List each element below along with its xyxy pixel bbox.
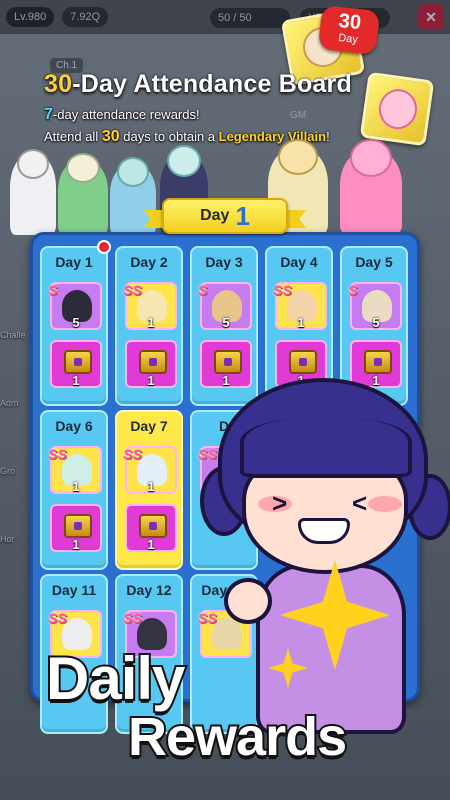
treasure-chest-icon (64, 350, 92, 374)
reward-quantity: 1 (72, 479, 80, 494)
item-reward-slot[interactable]: 1 (50, 504, 102, 552)
subtitle-text: ! (326, 129, 330, 144)
subtitle-number: 30 (101, 128, 120, 145)
rank-badge: S (48, 282, 58, 298)
treasure-chest-icon (64, 514, 92, 538)
hero-reward-slot[interactable]: SS 1 (48, 446, 102, 494)
character-figure (58, 153, 108, 235)
hero-reward-slot[interactable]: S5 (348, 282, 402, 330)
day-label: Day 6 (55, 418, 93, 434)
day-label: Day 7 (130, 418, 168, 434)
day-cell[interactable]: Day 6 SS 1 1 (40, 410, 108, 570)
character-face-icon (376, 86, 420, 132)
hero-reward-slot[interactable]: S5 (48, 282, 102, 330)
day-cell[interactable]: Day 1 S5 1 (40, 246, 108, 406)
hero-reward-slot[interactable]: SS 1 (123, 446, 177, 494)
current-day-number: 1 (235, 200, 250, 231)
subtitle-line-1: 7-day attendance rewards! (44, 106, 200, 124)
day-label: Day 1 (55, 254, 93, 270)
character-figure (10, 149, 56, 235)
character-figure (340, 139, 402, 235)
treasure-chest-icon (139, 514, 167, 538)
reward-quantity: 5 (222, 315, 230, 330)
bonus-character-portrait (359, 71, 435, 147)
day-label: Day 5 (355, 254, 393, 270)
day-30-badge: 30 Day (317, 5, 381, 55)
day-cell[interactable]: Day 2 SS 1 1 (115, 246, 183, 406)
day-label: Day 4 (280, 254, 318, 270)
board-title: 30-Day Attendance Board (44, 70, 352, 99)
reward-quantity: 1 (72, 537, 80, 552)
day-label: Day 12 (126, 582, 172, 598)
reward-quantity: 1 (147, 479, 155, 494)
rank-badge: S (198, 282, 208, 298)
treasure-chest-icon (214, 350, 242, 374)
current-day-label: Day (200, 207, 230, 224)
title-text: -Day Attendance Board (72, 70, 352, 98)
treasure-chest-icon (289, 350, 317, 374)
day-cell-today[interactable]: Day 7 SS 1 1 (115, 410, 183, 570)
reward-quantity: 1 (72, 373, 80, 388)
rank-badge: S (348, 282, 358, 298)
reward-quantity: 1 (297, 315, 305, 330)
reward-quantity: 1 (147, 537, 155, 552)
current-day-header: Day 1 (162, 198, 288, 234)
subtitle-text: Attend all (44, 129, 102, 144)
hero-reward-slot[interactable]: SS 1 (123, 282, 177, 330)
treasure-chest-icon (364, 350, 392, 374)
hero-reward-slot[interactable]: SS 1 (273, 282, 327, 330)
reward-quantity: 1 (147, 373, 155, 388)
notification-dot (97, 240, 111, 254)
banner-line-2: Rewards (126, 705, 349, 769)
day-label: Day 11 (51, 582, 97, 598)
title-number: 30 (44, 70, 73, 98)
subtitle-text: -day attendance rewards! (52, 107, 200, 122)
reward-quantity: 1 (147, 315, 155, 330)
treasure-chest-icon (139, 350, 167, 374)
item-reward-slot[interactable]: 1 (125, 504, 177, 552)
day-label: Day 2 (130, 254, 168, 270)
promo-banner: Daily Rewards (0, 640, 450, 800)
reward-quantity: 5 (72, 315, 80, 330)
reward-quantity: 5 (372, 315, 380, 330)
day-label: Day 3 (205, 254, 243, 270)
banner-line-1: Daily (44, 643, 187, 714)
subtitle-number: 7 (44, 106, 53, 123)
hero-reward-slot[interactable]: S5 (198, 282, 252, 330)
item-reward-slot[interactable]: 1 (50, 340, 102, 388)
subtitle-text: days to obtain a (119, 129, 219, 144)
item-reward-slot[interactable]: 1 (125, 340, 177, 388)
